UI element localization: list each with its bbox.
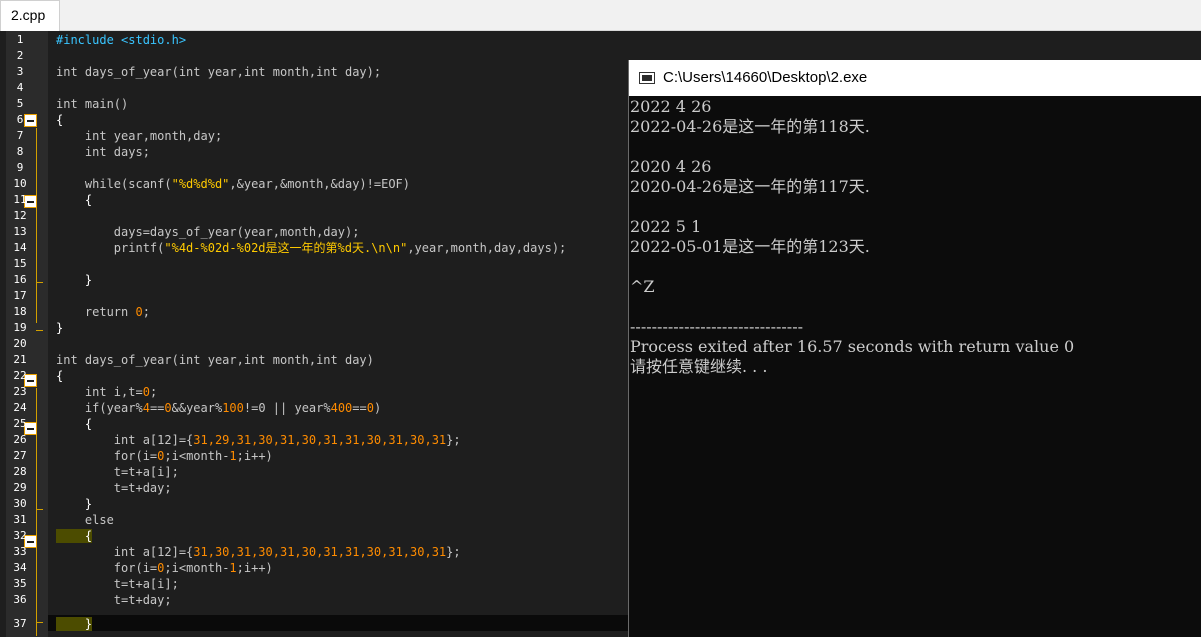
code-line-32: {: [56, 529, 93, 543]
code-line-7: int year,month,day;: [56, 129, 223, 143]
console-line: Process exited after 16.57 seconds with …: [630, 337, 1075, 356]
code-line-10: while(scanf("%d%d%d",&year,&month,&day)!…: [56, 177, 411, 191]
console-line: 2022-05-01是这一年的第123天.: [630, 237, 870, 256]
line-number: 23: [13, 385, 27, 398]
line-number: 21: [13, 353, 27, 366]
code-line-31: else: [56, 513, 114, 527]
line-number: 14: [13, 241, 27, 254]
console-line: 2022 5 1: [630, 217, 702, 236]
code-line-30: }: [56, 497, 93, 511]
code-line-24: if(year%4==0&&year%100!=0 || year%400==0…: [56, 401, 382, 415]
console-line: 2020-04-26是这一年的第117天.: [630, 177, 870, 196]
line-number: 22: [13, 369, 27, 382]
code-line-1: #include <stdio.h>: [56, 33, 187, 47]
fold-end-marker: [36, 282, 43, 283]
line-number: 33: [13, 545, 27, 558]
line-number: 24: [13, 401, 27, 414]
line-number: 9: [16, 161, 24, 174]
code-line-29: t=t+day;: [56, 481, 172, 495]
code-line-5: int main(): [56, 97, 129, 111]
code-line-23: int i,t=0;: [56, 385, 158, 399]
code-line-13: days=days_of_year(year,month,day);: [56, 225, 360, 239]
line-number: 11: [13, 193, 27, 206]
line-number: 37: [13, 617, 27, 630]
line-number: 10: [13, 177, 27, 190]
code-line-26: int a[12]={31,29,31,30,31,30,31,31,30,31…: [56, 433, 461, 447]
fold-guide-line: [36, 128, 37, 323]
line-number: 8: [16, 145, 24, 158]
code-line-22: {: [56, 369, 64, 383]
line-number: 12: [13, 209, 27, 222]
line-number: 18: [13, 305, 27, 318]
line-number: 30: [13, 497, 27, 510]
current-line-highlight: [48, 615, 628, 631]
code-line-28: t=t+a[i];: [56, 465, 179, 479]
line-number: 2: [16, 49, 24, 62]
console-line: ^Z: [630, 277, 655, 296]
code-line-33: int a[12]={31,30,31,30,31,30,31,31,30,31…: [56, 545, 461, 559]
line-number: 16: [13, 273, 27, 286]
console-window[interactable]: C:\Users\14660\Desktop\2.exe 2022 4 26 20…: [628, 60, 1201, 637]
line-number: 27: [13, 449, 27, 462]
tab-bar: 2.cpp: [0, 0, 1201, 31]
code-line-25: {: [56, 417, 93, 431]
line-number: 26: [13, 433, 27, 446]
code-line-18: return 0;: [56, 305, 150, 319]
code-line-16: }: [56, 273, 93, 287]
console-app-icon: [639, 72, 655, 84]
console-title: C:\Users\14660\Desktop\2.exe: [663, 69, 868, 86]
line-number: 7: [16, 129, 24, 142]
line-number: 17: [13, 289, 27, 302]
line-number: 32: [13, 529, 27, 542]
code-line-19: }: [56, 321, 64, 335]
line-number: 31: [13, 513, 27, 526]
console-line: 2022-04-26是这一年的第118天.: [630, 117, 870, 136]
code-line-3: int days_of_year(int year,int month,int …: [56, 65, 382, 79]
fold-end-marker: [36, 509, 43, 510]
line-number: 15: [13, 257, 27, 270]
console-output: 2022 4 26 2022-04-26是这一年的第118天. 2020 4 26 2…: [630, 97, 1201, 377]
code-line-14: printf("%4d-%02d-%02d是这一年的第%d天.\n\n",yea…: [56, 241, 567, 255]
line-number: 6: [16, 113, 24, 126]
code-line-37: }: [56, 617, 93, 631]
code-line-11: {: [56, 193, 93, 207]
fold-end-marker: [36, 330, 43, 331]
line-number: 5: [16, 97, 24, 110]
line-number: 29: [13, 481, 27, 494]
code-line-8: int days;: [56, 145, 150, 159]
line-number: 36: [13, 593, 27, 606]
line-number: 35: [13, 577, 27, 590]
line-number: 19: [13, 321, 27, 334]
line-number: 28: [13, 465, 27, 478]
code-line-34: for(i=0;i<month-1;i++): [56, 561, 273, 575]
line-number: 20: [13, 337, 27, 350]
code-line-27: for(i=0;i<month-1;i++): [56, 449, 273, 463]
console-title-bar[interactable]: C:\Users\14660\Desktop\2.exe: [629, 60, 1201, 96]
console-line: 请按任意键继续. . .: [630, 357, 768, 376]
code-line-35: t=t+a[i];: [56, 577, 179, 591]
code-line-21: int days_of_year(int year,int month,int …: [56, 353, 374, 367]
code-line-6: {: [56, 113, 64, 127]
line-number: 34: [13, 561, 27, 574]
tab-2cpp[interactable]: 2.cpp: [0, 0, 61, 31]
code-line-36: t=t+day;: [56, 593, 172, 607]
line-number: 13: [13, 225, 27, 238]
line-number: 3: [16, 65, 24, 78]
fold-end-marker: [36, 622, 43, 623]
console-line: --------------------------------: [630, 317, 803, 336]
line-number: 1: [16, 33, 24, 46]
line-number: 4: [16, 81, 24, 94]
console-line: 2020 4 26: [630, 157, 712, 176]
console-line: 2022 4 26: [630, 97, 712, 116]
line-number: 25: [13, 417, 27, 430]
